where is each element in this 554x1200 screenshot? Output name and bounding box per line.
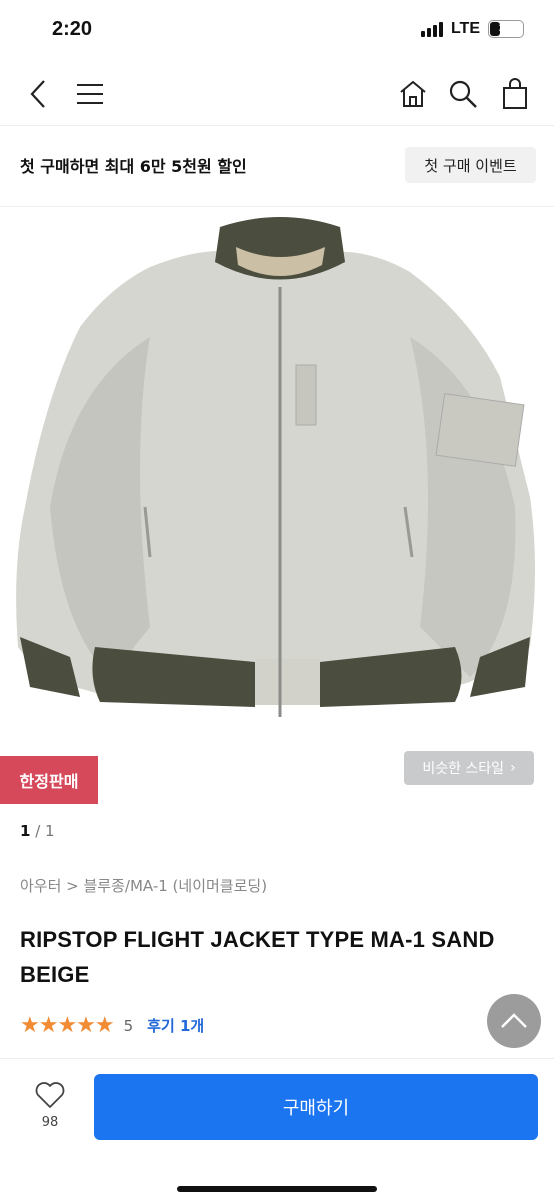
chevron-right-icon: › (510, 760, 516, 776)
home-icon[interactable] (395, 76, 431, 112)
battery-percent: 31 (498, 21, 513, 35)
top-nav (0, 62, 554, 126)
star-rating-icon: ★★★★★ (20, 1013, 115, 1038)
back-arrow-icon[interactable] (20, 76, 56, 112)
jacket-image (16, 217, 535, 717)
rating-row: ★★★★★ 5 후기 1개 (20, 1013, 204, 1038)
like-count: 98 (41, 1115, 59, 1130)
heart-icon (35, 1082, 65, 1108)
scroll-to-top-button[interactable] (487, 994, 541, 1048)
status-bar: 2:20 LTE 31 (0, 0, 554, 60)
menu-icon[interactable] (72, 76, 108, 112)
similar-style-button[interactable]: 비슷한 스타일 › (404, 751, 534, 785)
product-image[interactable] (0, 207, 554, 735)
chevron-up-icon (501, 1013, 527, 1028)
promo-text: 첫 구매하면 최대 6만 5천원 할인 (20, 157, 247, 176)
bottom-action-bar: 98 구매하기 (0, 1058, 554, 1200)
first-purchase-event-button[interactable]: 첫 구매 이벤트 (405, 147, 536, 183)
promo-banner: 첫 구매하면 최대 6만 5천원 할인 첫 구매 이벤트 (0, 127, 554, 207)
product-title: RIPSTOP FLIGHT JACKET TYPE MA-1 SAND BEI… (20, 927, 495, 987)
signal-icon (420, 21, 443, 37)
status-time: 2:20 (52, 18, 93, 40)
image-pager: 1 / 1 (20, 822, 55, 840)
like-button[interactable]: 98 (28, 1081, 72, 1130)
home-indicator (177, 1186, 377, 1192)
network-label: LTE (450, 20, 480, 37)
similar-style-label: 비슷한 스타일 (422, 761, 505, 777)
pager-total: / 1 (30, 822, 55, 840)
pager-current: 1 (20, 822, 31, 840)
shopping-bag-icon[interactable] (497, 76, 533, 112)
category-breadcrumb[interactable]: 아우터 > 블루종/MA-1 (네이머클로딩) (20, 875, 267, 896)
status-indicators: LTE 31 (420, 20, 524, 38)
rating-value: 5 (123, 1016, 134, 1035)
search-icon[interactable] (445, 76, 481, 112)
review-link[interactable]: 후기 1개 (147, 1015, 204, 1036)
limited-sale-badge: 한정판매 (0, 756, 98, 804)
battery-icon: 31 (488, 20, 524, 38)
buy-button[interactable]: 구매하기 (94, 1074, 538, 1140)
